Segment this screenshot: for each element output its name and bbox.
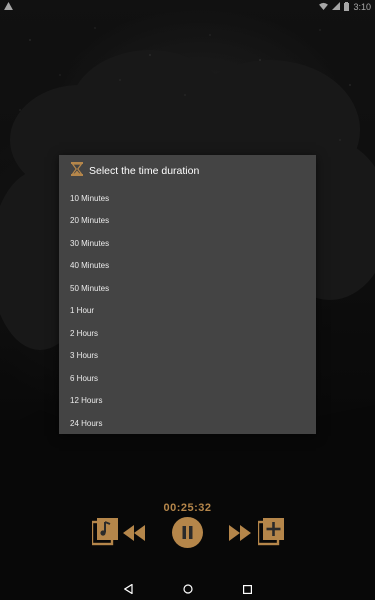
rewind-icon[interactable]	[123, 525, 145, 546]
recents-icon[interactable]	[243, 581, 253, 599]
hourglass-icon	[71, 161, 83, 181]
player-controls	[0, 517, 375, 551]
back-icon[interactable]	[123, 581, 133, 599]
home-icon[interactable]	[183, 581, 193, 599]
duration-option-1-hour[interactable]: 1 Hour	[59, 300, 316, 323]
music-library-icon[interactable]	[90, 518, 118, 551]
duration-option-40-minutes[interactable]: 40 Minutes	[59, 255, 316, 278]
duration-option-3-hours[interactable]: 3 Hours	[59, 345, 316, 368]
time-duration-dialog: Select the time duration 10 Minutes 20 M…	[59, 155, 316, 434]
add-playlist-icon[interactable]	[256, 518, 284, 551]
duration-option-12-hours[interactable]: 12 Hours	[59, 390, 316, 413]
duration-option-6-hours[interactable]: 6 Hours	[59, 367, 316, 390]
duration-option-30-minutes[interactable]: 30 Minutes	[59, 232, 316, 255]
fast-forward-icon[interactable]	[229, 525, 251, 546]
pause-icon[interactable]	[172, 517, 203, 553]
dialog-header: Select the time duration	[59, 155, 316, 187]
duration-option-list: 10 Minutes 20 Minutes 30 Minutes 40 Minu…	[59, 187, 316, 435]
duration-option-20-minutes[interactable]: 20 Minutes	[59, 210, 316, 233]
duration-option-10-minutes[interactable]: 10 Minutes	[59, 187, 316, 210]
elapsed-timer: 00:25:32	[163, 502, 212, 514]
duration-option-24-hours[interactable]: 24 Hours	[59, 412, 316, 435]
navigation-bar	[0, 575, 375, 600]
dialog-title: Select the time duration	[89, 165, 200, 177]
duration-option-50-minutes[interactable]: 50 Minutes	[59, 277, 316, 300]
duration-option-2-hours[interactable]: 2 Hours	[59, 322, 316, 345]
